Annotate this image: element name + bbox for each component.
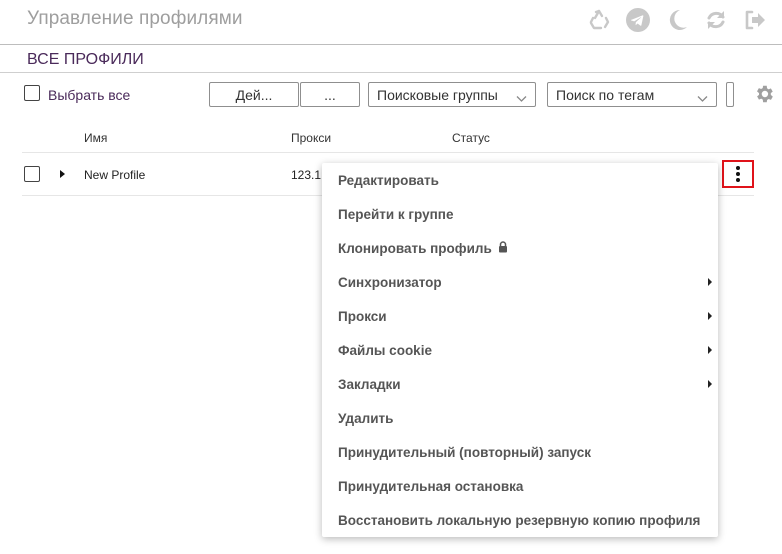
header-icons [586,7,768,33]
menu-item-force-stop[interactable]: Принудительная остановка [322,469,718,503]
search-tags-value: Поиск по тегам [556,86,655,103]
column-header-status[interactable]: Статус [452,131,490,145]
submenu-arrow-icon [708,380,712,388]
menu-item-clone-profile[interactable]: Клонировать профиль [322,231,718,265]
menu-item-go-to-group[interactable]: Перейти к группе [322,197,718,231]
actions-button[interactable]: Дей... [209,82,299,107]
logout-icon[interactable] [742,7,768,33]
chevron-down-icon [516,90,527,106]
toolbar: Выбрать все Дей... ... Поисковые группы … [0,82,782,108]
narrow-input[interactable] [726,82,734,107]
recycle-icon[interactable] [586,7,612,33]
moon-icon[interactable] [664,7,690,33]
expand-caret-icon[interactable] [60,170,65,178]
section-divider [0,72,782,73]
section-title: ВСЕ ПРОФИЛИ [27,51,144,68]
menu-item-restore-backup[interactable]: Восстановить локальную резервную копию п… [322,503,718,537]
menu-item-delete[interactable]: Удалить [322,401,718,435]
app-title: Управление профилями [27,8,243,29]
menu-item-cookies[interactable]: Файлы cookie [322,333,718,367]
submenu-arrow-icon [708,312,712,320]
row-menu-button[interactable] [722,160,754,188]
profile-context-menu: Редактировать Перейти к группе Клонирова… [322,163,718,537]
chevron-down-icon [697,90,708,106]
menu-item-synchronizer[interactable]: Синхронизатор [322,265,718,299]
kebab-icon [736,166,740,170]
search-tags-select[interactable]: Поиск по тегам [547,82,717,107]
menu-item-force-restart[interactable]: Принудительный (повторный) запуск [322,435,718,469]
submenu-arrow-icon [708,278,712,286]
app-header: Управление профилями [0,0,782,45]
profile-proxy: 123.1 [291,168,322,182]
profile-name[interactable]: New Profile [84,168,145,182]
submenu-arrow-icon [708,346,712,354]
search-groups-select[interactable]: Поисковые группы [368,82,536,107]
more-actions-button[interactable]: ... [300,82,360,107]
menu-item-proxy[interactable]: Прокси [322,299,718,333]
column-header-proxy[interactable]: Прокси [291,131,331,145]
column-header-name[interactable]: Имя [84,131,107,145]
lock-icon [498,240,508,256]
row-checkbox[interactable] [24,166,40,182]
menu-item-bookmarks[interactable]: Закладки [322,367,718,401]
telegram-icon[interactable] [625,7,651,33]
menu-item-edit[interactable]: Редактировать [322,163,718,197]
select-all-checkbox[interactable] [24,85,40,101]
search-groups-value: Поисковые группы [377,86,498,103]
select-all-label[interactable]: Выбрать все [48,87,130,103]
gear-icon[interactable] [753,83,775,110]
sync-icon[interactable] [703,7,729,33]
